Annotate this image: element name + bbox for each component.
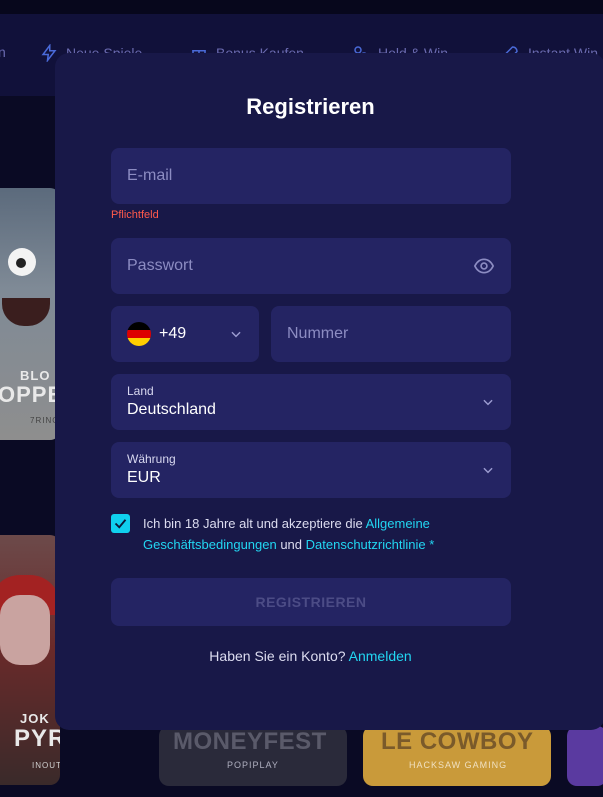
email-placeholder: E-mail: [127, 167, 173, 184]
login-link[interactable]: Anmelden: [349, 648, 412, 664]
password-placeholder: Passwort: [127, 257, 193, 274]
game-tile-le-cowboy[interactable]: LE COWBOY HACKSAW GAMING: [363, 726, 551, 786]
terms-text-before: Ich bin 18 Jahre alt und akzeptiere die: [143, 516, 366, 531]
modal-title: Registrieren: [246, 94, 375, 119]
nav-item-label: n: [0, 44, 6, 60]
email-error: Pflichtfeld: [111, 209, 159, 221]
game-tile-bloody[interactable]: BLO OPPE 7RING: [0, 188, 60, 440]
game-title: MONEYFEST: [173, 728, 327, 755]
monster-pupil: [16, 258, 26, 268]
game-provider: HACKSAW GAMING: [409, 760, 508, 770]
game-title-line2: PYRE: [14, 725, 60, 752]
monster-mouth: [2, 298, 50, 326]
currency-label: Währung: [127, 452, 176, 466]
required-marker: *: [425, 537, 435, 552]
lightning-icon: [41, 44, 57, 62]
game-title-line1: BLO: [20, 368, 51, 383]
game-title: LE COWBOY: [381, 728, 534, 755]
checkmark-icon: [114, 519, 127, 529]
privacy-link[interactable]: Datenschutzrichtlinie: [306, 537, 426, 552]
login-prompt: Haben Sie ein Konto?: [209, 648, 349, 664]
country-value: Deutschland: [127, 401, 216, 418]
phone-placeholder: Nummer: [287, 325, 349, 342]
phone-number-field[interactable]: Nummer: [271, 306, 511, 362]
chevron-down-icon: [483, 467, 493, 474]
terms-checkbox[interactable]: [111, 514, 130, 533]
chevron-down-icon: [231, 331, 241, 338]
game-provider: POPIPLAY: [227, 760, 279, 770]
password-field[interactable]: Passwort: [111, 238, 511, 294]
country-label: Land: [127, 384, 154, 398]
currency-value: EUR: [127, 469, 161, 486]
register-button[interactable]: REGISTRIEREN: [111, 578, 511, 626]
country-code: +49: [159, 325, 187, 342]
currency-select[interactable]: Währung EUR: [111, 442, 511, 498]
game-title-line2: OPPE: [0, 382, 60, 407]
top-bar: [0, 0, 603, 14]
chevron-down-icon: [483, 399, 493, 406]
login-prompt-row: Haben Sie ein Konto? Anmelden: [0, 648, 603, 664]
email-field[interactable]: E-mail: [111, 148, 511, 204]
game-title-line1: JOK: [20, 711, 50, 726]
terms-text-mid: und: [276, 537, 306, 552]
eye-icon[interactable]: [473, 256, 495, 276]
terms-text: Ich bin 18 Jahre alt und akzeptiere die …: [143, 513, 483, 555]
game-provider: INOUT: [32, 761, 60, 770]
game-tile-partial[interactable]: [567, 726, 603, 786]
germany-flag-icon: [127, 322, 151, 346]
game-tile-moneyfest[interactable]: MONEYFEST POPIPLAY: [159, 726, 347, 786]
nav-item-partial[interactable]: n: [0, 44, 6, 60]
phone-country-select[interactable]: +49: [111, 306, 259, 362]
country-select[interactable]: Land Deutschland: [111, 374, 511, 430]
